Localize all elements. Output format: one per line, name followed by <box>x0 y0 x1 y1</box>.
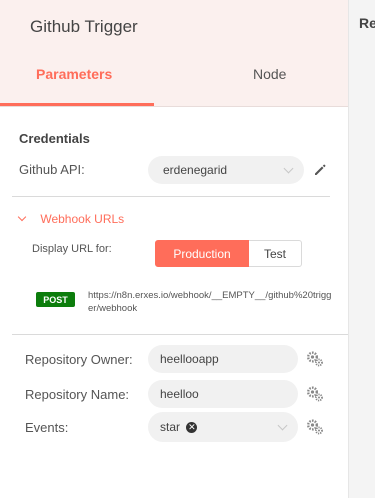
repository-name-label: Repository Name: <box>25 387 130 402</box>
tab-node[interactable]: Node <box>253 66 286 82</box>
github-api-label: Github API: <box>19 162 85 177</box>
node-title[interactable]: Github Trigger <box>30 17 138 37</box>
node-parameters-panel: Github Trigger Parameters Node Credentia… <box>0 0 348 498</box>
gear-icon[interactable] <box>306 418 324 436</box>
events-label: Events: <box>25 420 69 435</box>
pencil-icon[interactable] <box>313 163 327 177</box>
repository-name-value: heelloo <box>160 387 199 401</box>
webhook-urls-toggle[interactable]: Webhook URLs <box>17 212 125 226</box>
events-select[interactable]: star ✕ <box>148 412 298 442</box>
repository-owner-label: Repository Owner: <box>25 352 133 367</box>
credentials-heading: Credentials <box>19 131 90 146</box>
divider <box>12 334 348 335</box>
event-tag: star ✕ <box>160 420 198 434</box>
credential-select[interactable]: erdenegarid <box>148 156 304 184</box>
gear-icon[interactable] <box>306 350 324 368</box>
repository-name-input[interactable]: heelloo <box>148 380 298 408</box>
tab-parameters[interactable]: Parameters <box>36 66 112 82</box>
test-option[interactable]: Test <box>249 240 302 267</box>
display-url-label: Display URL for: <box>32 243 112 255</box>
production-option[interactable]: Production <box>155 240 249 267</box>
remove-tag-icon[interactable]: ✕ <box>186 422 198 434</box>
chevron-down-icon <box>283 163 294 174</box>
results-pane: Re <box>348 0 375 498</box>
repository-owner-value: heellooapp <box>160 352 219 366</box>
webhook-urls-label: Webhook URLs <box>40 212 125 226</box>
webhook-url[interactable]: https://n8n.erxes.io/webhook/__EMPTY__/g… <box>88 289 336 315</box>
chevron-down-icon <box>17 212 27 222</box>
repository-owner-input[interactable]: heellooapp <box>148 345 298 373</box>
http-method-badge: POST <box>36 292 75 307</box>
divider <box>12 196 330 197</box>
credential-select-value: erdenegarid <box>163 163 228 177</box>
results-pane-title: Re <box>359 15 375 31</box>
event-tag-label: star <box>160 420 181 434</box>
chevron-down-icon <box>277 420 288 431</box>
gear-icon[interactable] <box>306 385 324 403</box>
panel-header: Github Trigger Parameters Node <box>0 0 348 107</box>
active-tab-indicator <box>0 103 154 106</box>
